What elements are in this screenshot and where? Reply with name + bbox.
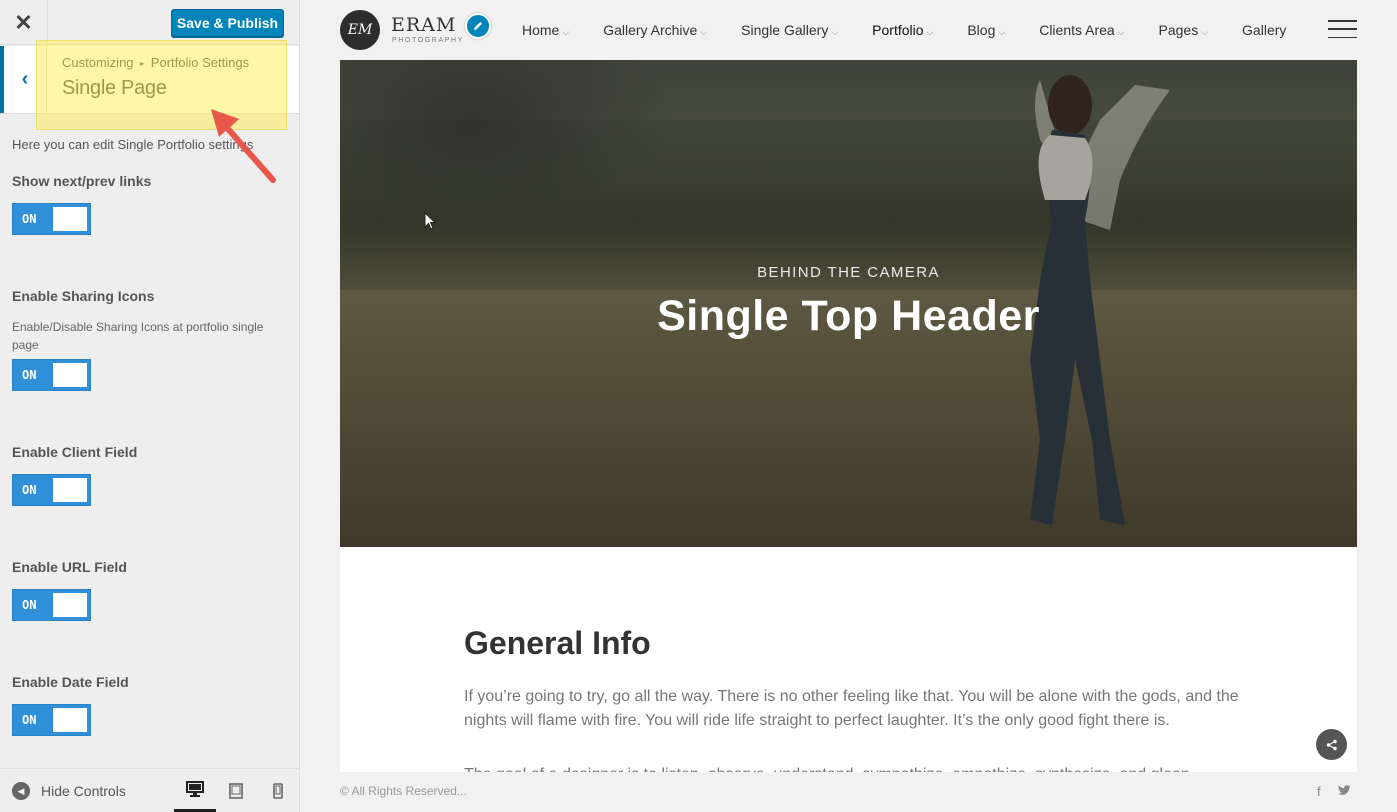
nav-item-home[interactable]: Home ⌵ — [522, 22, 569, 38]
panel-header: ✕ Save & Publish — [0, 0, 299, 45]
toggle-knob — [53, 708, 87, 732]
chevron-down-icon: ⌵ — [1117, 27, 1125, 37]
hero-subtitle: BEHIND THE CAMERA — [757, 264, 940, 281]
section-description: Here you can edit Single Portfolio setti… — [12, 137, 254, 152]
chevron-left-icon: ‹ — [21, 68, 29, 90]
chevron-down-icon: ⌵ — [1201, 27, 1209, 37]
toggle-state: ON — [22, 713, 37, 727]
breadcrumb-parent: Portfolio Settings — [150, 55, 250, 70]
back-button[interactable]: ‹ — [0, 46, 47, 113]
twitter-icon[interactable] — [1338, 784, 1351, 799]
hide-controls-button[interactable]: ◀ Hide Controls — [12, 769, 126, 812]
desktop-icon[interactable] — [174, 769, 216, 812]
toggle-date-field[interactable]: ON — [12, 704, 91, 736]
hero-banner: BEHIND THE CAMERA Single Top Header — [340, 60, 1357, 547]
section-header: ‹ Customizing ▸ Portfolio Settings Singl… — [0, 46, 299, 114]
close-icon: ✕ — [14, 9, 33, 35]
toggle-knob — [53, 363, 87, 387]
nav-item-portfolio[interactable]: Portfolio ⌵ — [872, 22, 933, 38]
pencil-icon — [474, 22, 482, 30]
toggle-state: ON — [22, 368, 37, 382]
close-button[interactable]: ✕ — [0, 0, 48, 45]
toggle-knob — [53, 478, 87, 502]
control-label-date-field: Enable Date Field — [12, 674, 129, 690]
control-label-client-field: Enable Client Field — [12, 444, 138, 460]
nav-item-blog[interactable]: Blog ⌵ — [967, 22, 1005, 38]
section-title: Single Page — [62, 77, 167, 99]
control-label-next-prev: Show next/prev links — [12, 173, 152, 189]
toggle-next-prev[interactable]: ON — [12, 203, 91, 235]
logo-mark[interactable]: EM — [340, 10, 380, 50]
toggle-state: ON — [22, 212, 37, 226]
chevron-down-icon: ⌵ — [926, 27, 934, 37]
nav-item-single-gallery[interactable]: Single Gallery ⌵ — [741, 22, 838, 38]
customizer-panel: ✕ Save & Publish ‹ Customizing ▸ Portfol… — [0, 0, 300, 812]
panel-footer: ◀ Hide Controls — [0, 768, 299, 812]
chevron-down-icon: ⌵ — [700, 27, 708, 37]
nav-item-gallery[interactable]: Gallery — [1242, 22, 1286, 38]
nav-item-clients-area[interactable]: Clients Area ⌵ — [1039, 22, 1124, 38]
site-preview: EM ERAM PHOTOGRAPHY Home ⌵ Gallery Archiv… — [300, 0, 1397, 812]
site-header: EM ERAM PHOTOGRAPHY Home ⌵ Gallery Archiv… — [340, 0, 1357, 60]
share-icon — [1326, 739, 1337, 750]
content-paragraph: If you’re going to try, go all the way. … — [464, 688, 1239, 729]
hero-title: Single Top Header — [657, 292, 1040, 340]
logo-name[interactable]: ERAM — [391, 14, 456, 36]
collapse-icon: ◀ — [12, 782, 30, 800]
control-label-sharing-icons: Enable Sharing Icons — [12, 288, 155, 304]
hide-controls-label: Hide Controls — [41, 783, 126, 799]
chevron-down-icon: ⌵ — [998, 27, 1006, 37]
site-footer: © All Rights Reserved... f — [340, 772, 1357, 812]
main-nav: Home ⌵ Gallery Archive ⌵ Single Gallery ⌵ P… — [522, 0, 1320, 60]
chevron-down-icon: ⌵ — [562, 27, 570, 37]
content-paragraph: The goal of a designer is to listen, obs… — [464, 763, 1254, 772]
toggle-state: ON — [22, 598, 37, 612]
toggle-state: ON — [22, 483, 37, 497]
breadcrumb: Customizing ▸ Portfolio Settings — [62, 55, 249, 70]
copyright: © All Rights Reserved... — [340, 784, 467, 798]
logo-tagline: PHOTOGRAPHY — [392, 37, 464, 44]
toggle-client-field[interactable]: ON — [12, 474, 91, 506]
toggle-knob — [53, 593, 87, 617]
control-description-sharing-icons: Enable/Disable Sharing Icons at portfoli… — [12, 320, 264, 352]
facebook-icon[interactable]: f — [1317, 784, 1321, 799]
nav-item-pages[interactable]: Pages ⌵ — [1159, 22, 1209, 38]
toggle-sharing-icons[interactable]: ON — [12, 359, 91, 391]
menu-icon[interactable] — [1328, 20, 1357, 38]
nav-item-gallery-archive[interactable]: Gallery Archive ⌵ — [603, 22, 707, 38]
breadcrumb-separator-icon: ▸ — [140, 59, 145, 68]
save-publish-button[interactable]: Save & Publish — [171, 9, 284, 37]
mobile-icon[interactable] — [257, 769, 299, 812]
breadcrumb-root: Customizing — [62, 55, 134, 70]
toggle-url-field[interactable]: ON — [12, 589, 91, 621]
toggle-knob — [53, 207, 87, 231]
content-heading: General Info — [464, 625, 651, 661]
tablet-icon[interactable] — [215, 769, 257, 812]
page-content: General Info If you’re going to try, go … — [340, 547, 1357, 772]
edit-shortcut-button[interactable] — [465, 13, 491, 39]
control-label-url-field: Enable URL Field — [12, 559, 127, 575]
chevron-down-icon: ⌵ — [831, 27, 839, 37]
share-button[interactable] — [1316, 729, 1347, 760]
